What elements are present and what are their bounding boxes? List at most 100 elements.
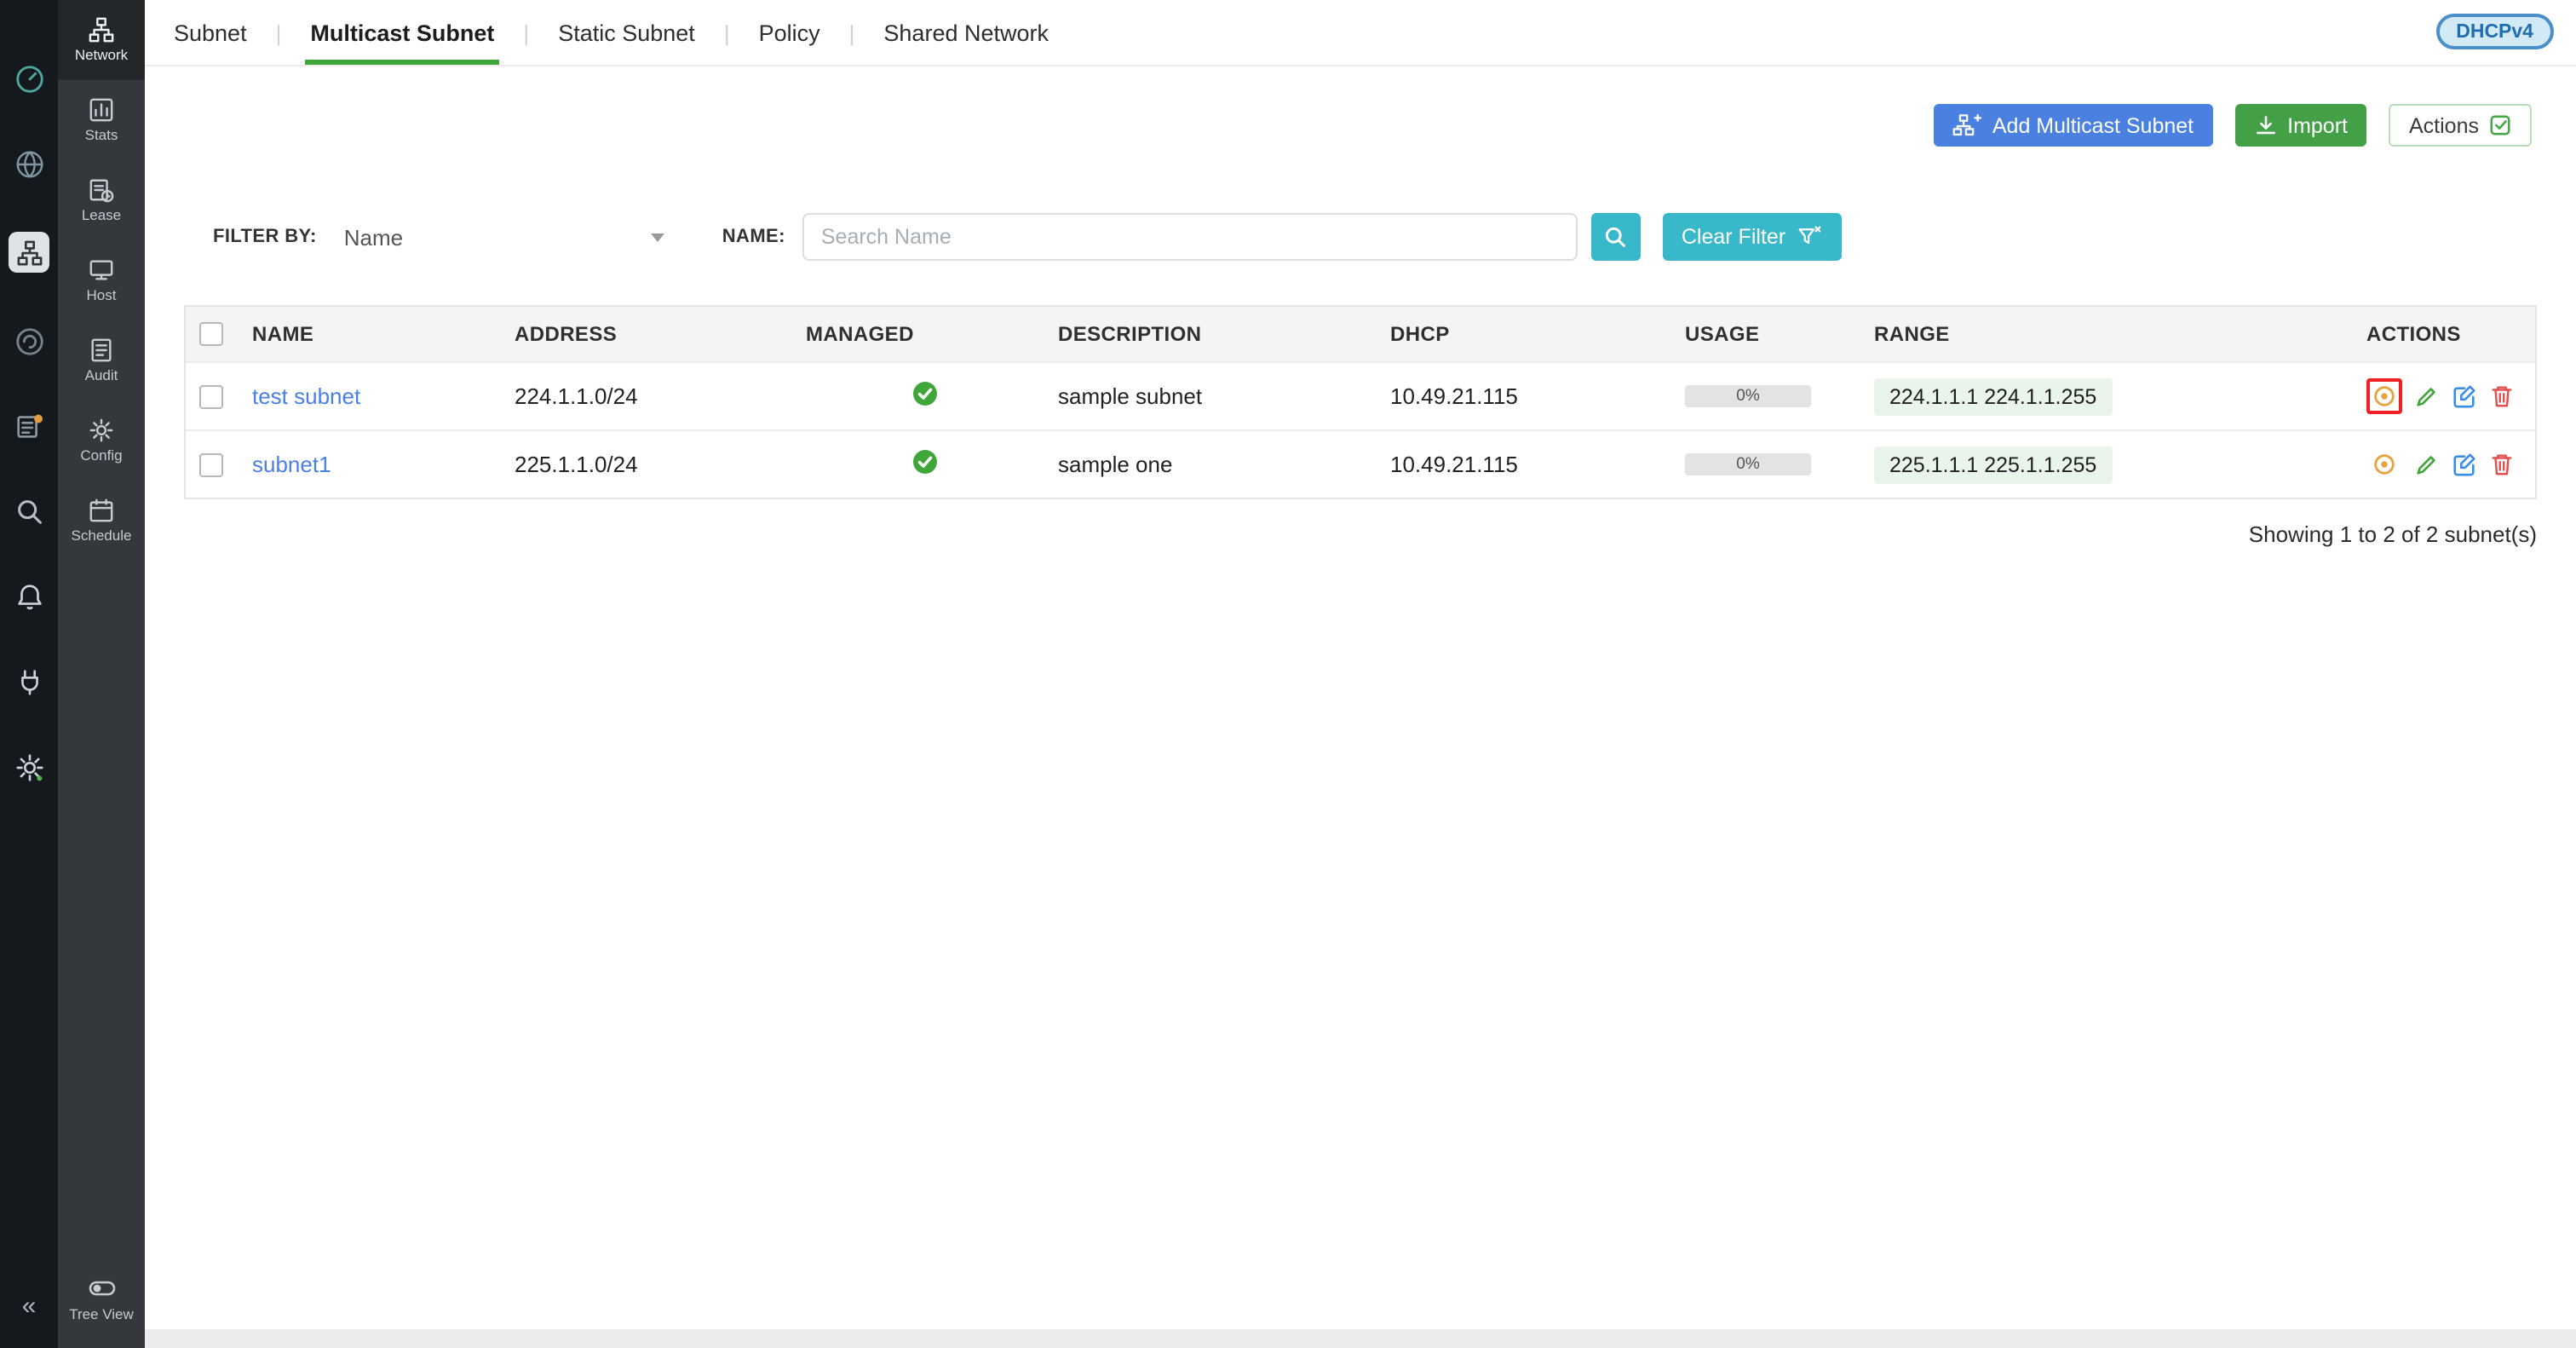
usage-progress-bar: 0% (1685, 385, 1811, 407)
sidebar-item-label: Stats (85, 129, 118, 143)
sidebar-item-network[interactable]: Network (58, 0, 145, 80)
filter-by-label: FILTER BY: (213, 227, 317, 247)
row-checkbox[interactable] (199, 384, 223, 408)
notifications-bell-icon[interactable] (12, 579, 46, 614)
tab-separator: | (724, 20, 730, 45)
integrations-plug-icon[interactable] (12, 665, 46, 699)
name-filter-label: NAME: (722, 227, 785, 247)
add-multicast-subnet-button[interactable]: Add Multicast Subnet (1935, 104, 2212, 147)
tab-label: Policy (759, 20, 820, 45)
sidebar-item-label: Network (75, 49, 128, 63)
actions-button-label: Actions (2409, 113, 2479, 137)
filter-by-selected-value: Name (344, 224, 403, 250)
multicast-subnet-table: NAME ADDRESS MANAGED DESCRIPTION DHCP US… (184, 305, 2537, 499)
scope-target-icon[interactable] (2366, 446, 2402, 482)
column-header-managed: MANAGED (785, 322, 1038, 346)
range-chip: 224.1.1.1 224.1.1.255 (1874, 377, 2112, 415)
sidebar-item-audit[interactable]: Audit (58, 320, 145, 400)
column-header-address: ADDRESS (494, 322, 785, 346)
filter-by-select[interactable]: Name (334, 217, 675, 256)
protocol-badge: DHCPv4 (2435, 14, 2554, 49)
tab-label: Subnet (174, 20, 247, 45)
address-cell: 224.1.1.0/24 (494, 383, 785, 409)
import-button-label: Import (2287, 113, 2348, 137)
select-all-checkbox[interactable] (199, 322, 223, 346)
edit-icon[interactable] (2452, 452, 2477, 477)
column-header-name: NAME (232, 322, 494, 346)
sidebar-item-host[interactable]: Host (58, 240, 145, 320)
tab-label: Static Subnet (558, 20, 695, 45)
delete-trash-icon[interactable] (2489, 383, 2515, 409)
tab-bar: Subnet | Multicast Subnet | Static Subne… (145, 0, 2576, 66)
sidebar-item-label: Host (87, 289, 117, 303)
search-icon[interactable] (12, 494, 46, 528)
column-header-range: RANGE (1854, 322, 2346, 346)
tree-view-toggle-icon (88, 1275, 115, 1302)
dhcp-cell: 10.49.21.115 (1370, 452, 1665, 477)
row-checkbox[interactable] (199, 452, 223, 476)
tab-shared-network[interactable]: Shared Network (878, 0, 1054, 65)
checkbox-check-icon (2489, 114, 2511, 136)
import-button[interactable]: Import (2234, 104, 2366, 147)
quick-edit-wand-icon[interactable] (2414, 452, 2440, 477)
left-icon-rail: « (0, 0, 58, 1348)
delete-trash-icon[interactable] (2489, 452, 2515, 477)
actions-cell (2346, 446, 2535, 482)
admin-gear-icon[interactable] (12, 750, 46, 784)
add-button-label: Add Multicast Subnet (1992, 113, 2194, 137)
subnet-name-link[interactable]: subnet1 (252, 452, 331, 477)
sidebar-item-tree-view[interactable]: Tree View (58, 1258, 145, 1338)
tab-subnet[interactable]: Subnet (169, 0, 252, 65)
description-cell: sample subnet (1038, 383, 1370, 409)
config-gear-icon (89, 418, 114, 444)
collapse-sidebar-button[interactable]: « (0, 1292, 58, 1321)
app-screen: « Network Stats Lease Host (0, 0, 2576, 1348)
search-button[interactable] (1591, 213, 1641, 261)
usage-progress-bar: 0% (1685, 453, 1811, 475)
scope-target-icon[interactable] (2372, 383, 2397, 409)
column-header-description: DESCRIPTION (1038, 322, 1370, 346)
column-header-dhcp: DHCP (1370, 322, 1665, 346)
edit-icon[interactable] (2452, 383, 2477, 409)
network-module-icon[interactable] (9, 232, 49, 273)
tab-label: Shared Network (883, 20, 1049, 45)
column-header-usage: USAGE (1665, 322, 1854, 346)
table-header-row: NAME ADDRESS MANAGED DESCRIPTION DHCP US… (186, 307, 2535, 361)
sitemap-plus-icon (1953, 112, 1982, 138)
sidebar-item-label: Audit (85, 369, 118, 383)
search-icon (1604, 225, 1628, 249)
host-monitor-icon (89, 258, 114, 284)
tab-separator: | (849, 20, 855, 45)
sidebar-item-stats[interactable]: Stats (58, 80, 145, 160)
tab-policy[interactable]: Policy (754, 0, 825, 65)
chevron-down-icon (651, 233, 664, 241)
dashboard-gauge-icon[interactable] (12, 61, 46, 95)
threat-swirl-icon[interactable] (12, 324, 46, 358)
schedule-calendar-icon (89, 498, 114, 524)
dhcp-cell: 10.49.21.115 (1370, 383, 1665, 409)
tab-multicast-subnet[interactable]: Multicast Subnet (305, 0, 499, 65)
toolbar: Add Multicast Subnet Import Actions (1935, 104, 2532, 147)
actions-button[interactable]: Actions (2389, 104, 2532, 147)
clear-filter-button[interactable]: Clear Filter (1663, 213, 1842, 261)
column-header-actions: ACTIONS (2346, 322, 2535, 346)
sidebar-item-config[interactable]: Config (58, 400, 145, 481)
quick-edit-wand-icon[interactable] (2414, 383, 2440, 409)
sidebar-item-lease[interactable]: Lease (58, 160, 145, 240)
managed-check-icon (911, 448, 939, 475)
address-cell: 225.1.1.0/24 (494, 452, 785, 477)
actions-cell (2346, 378, 2535, 414)
dns-globe-icon[interactable] (12, 147, 46, 181)
tab-separator: | (276, 20, 282, 45)
clear-filter-label: Clear Filter (1682, 225, 1785, 249)
bottom-strip (145, 1329, 2576, 1348)
sidebar-item-schedule[interactable]: Schedule (58, 481, 145, 561)
device-list-icon[interactable] (12, 409, 46, 443)
tab-static-subnet[interactable]: Static Subnet (553, 0, 700, 65)
sidebar-item-label: Lease (82, 209, 121, 223)
search-name-input[interactable] (802, 213, 1578, 261)
filter-funnel-x-icon (1796, 225, 1823, 249)
subnet-name-link[interactable]: test subnet (252, 383, 360, 409)
sidebar-item-label: Schedule (72, 529, 132, 544)
range-chip: 225.1.1.1 225.1.1.255 (1874, 446, 2112, 483)
